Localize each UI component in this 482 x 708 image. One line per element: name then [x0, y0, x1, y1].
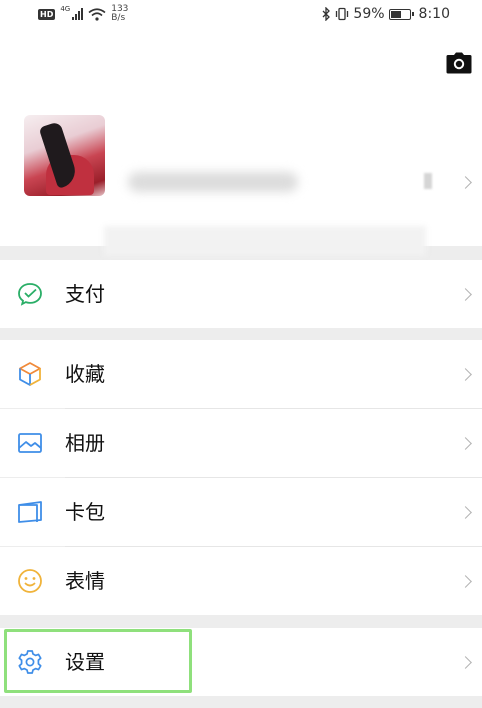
network-type: 4G	[60, 5, 71, 13]
wifi-icon	[88, 7, 106, 21]
battery-percent: 59%	[353, 6, 385, 22]
status-left: HD 4G 133 B/s	[38, 5, 128, 23]
chevron-right-icon	[459, 575, 472, 588]
battery-icon	[388, 8, 414, 20]
battery-fill	[390, 10, 401, 18]
chevron-right-icon	[459, 176, 472, 189]
network-speed: 133 B/s	[111, 5, 128, 23]
avatar[interactable]	[24, 115, 105, 196]
chevron-right-icon	[459, 288, 472, 301]
status-bar: HD 4G 133 B/s 59% 8:10	[0, 0, 482, 30]
menu-item-pay[interactable]: 支付	[0, 260, 482, 328]
blurred-status	[104, 226, 426, 256]
menu-item-album[interactable]: 相册	[0, 409, 482, 477]
smile-icon	[18, 569, 42, 593]
chevron-right-icon	[459, 656, 472, 669]
camera-icon[interactable]	[446, 52, 472, 74]
cube-icon	[19, 362, 41, 386]
menu-item-label: 设置	[65, 650, 105, 674]
qr-code-icon[interactable]	[424, 173, 432, 189]
menu-item-label: 收藏	[65, 362, 105, 386]
bluetooth-icon	[322, 7, 331, 21]
chevron-right-icon	[459, 368, 472, 381]
menu-item-label: 卡包	[65, 500, 105, 524]
vibrate-icon	[336, 7, 349, 21]
chevron-right-icon	[459, 437, 472, 450]
hd-badge: HD	[38, 8, 56, 20]
menu-item-cards[interactable]: 卡包	[0, 478, 482, 546]
blurred-username	[128, 172, 298, 192]
menu-item-stickers[interactable]: 表情	[0, 547, 482, 615]
menu-item-label: 相册	[65, 431, 105, 455]
network-speed-unit: B/s	[111, 13, 126, 23]
card-icon	[18, 501, 42, 523]
menu-item-label: 表情	[65, 569, 105, 593]
menu-item-favorites[interactable]: 收藏	[0, 340, 482, 408]
image-icon	[18, 433, 42, 453]
gear-icon	[18, 650, 42, 674]
menu-item-label: 支付	[65, 282, 105, 306]
status-right: 59% 8:10	[322, 6, 450, 22]
chevron-right-icon	[459, 506, 472, 519]
signal-icon	[72, 8, 84, 20]
menu-item-settings[interactable]: 设置	[0, 628, 482, 696]
profile-header[interactable]	[0, 30, 482, 256]
clock: 8:10	[418, 6, 450, 22]
wechat-pay-icon	[18, 283, 42, 306]
